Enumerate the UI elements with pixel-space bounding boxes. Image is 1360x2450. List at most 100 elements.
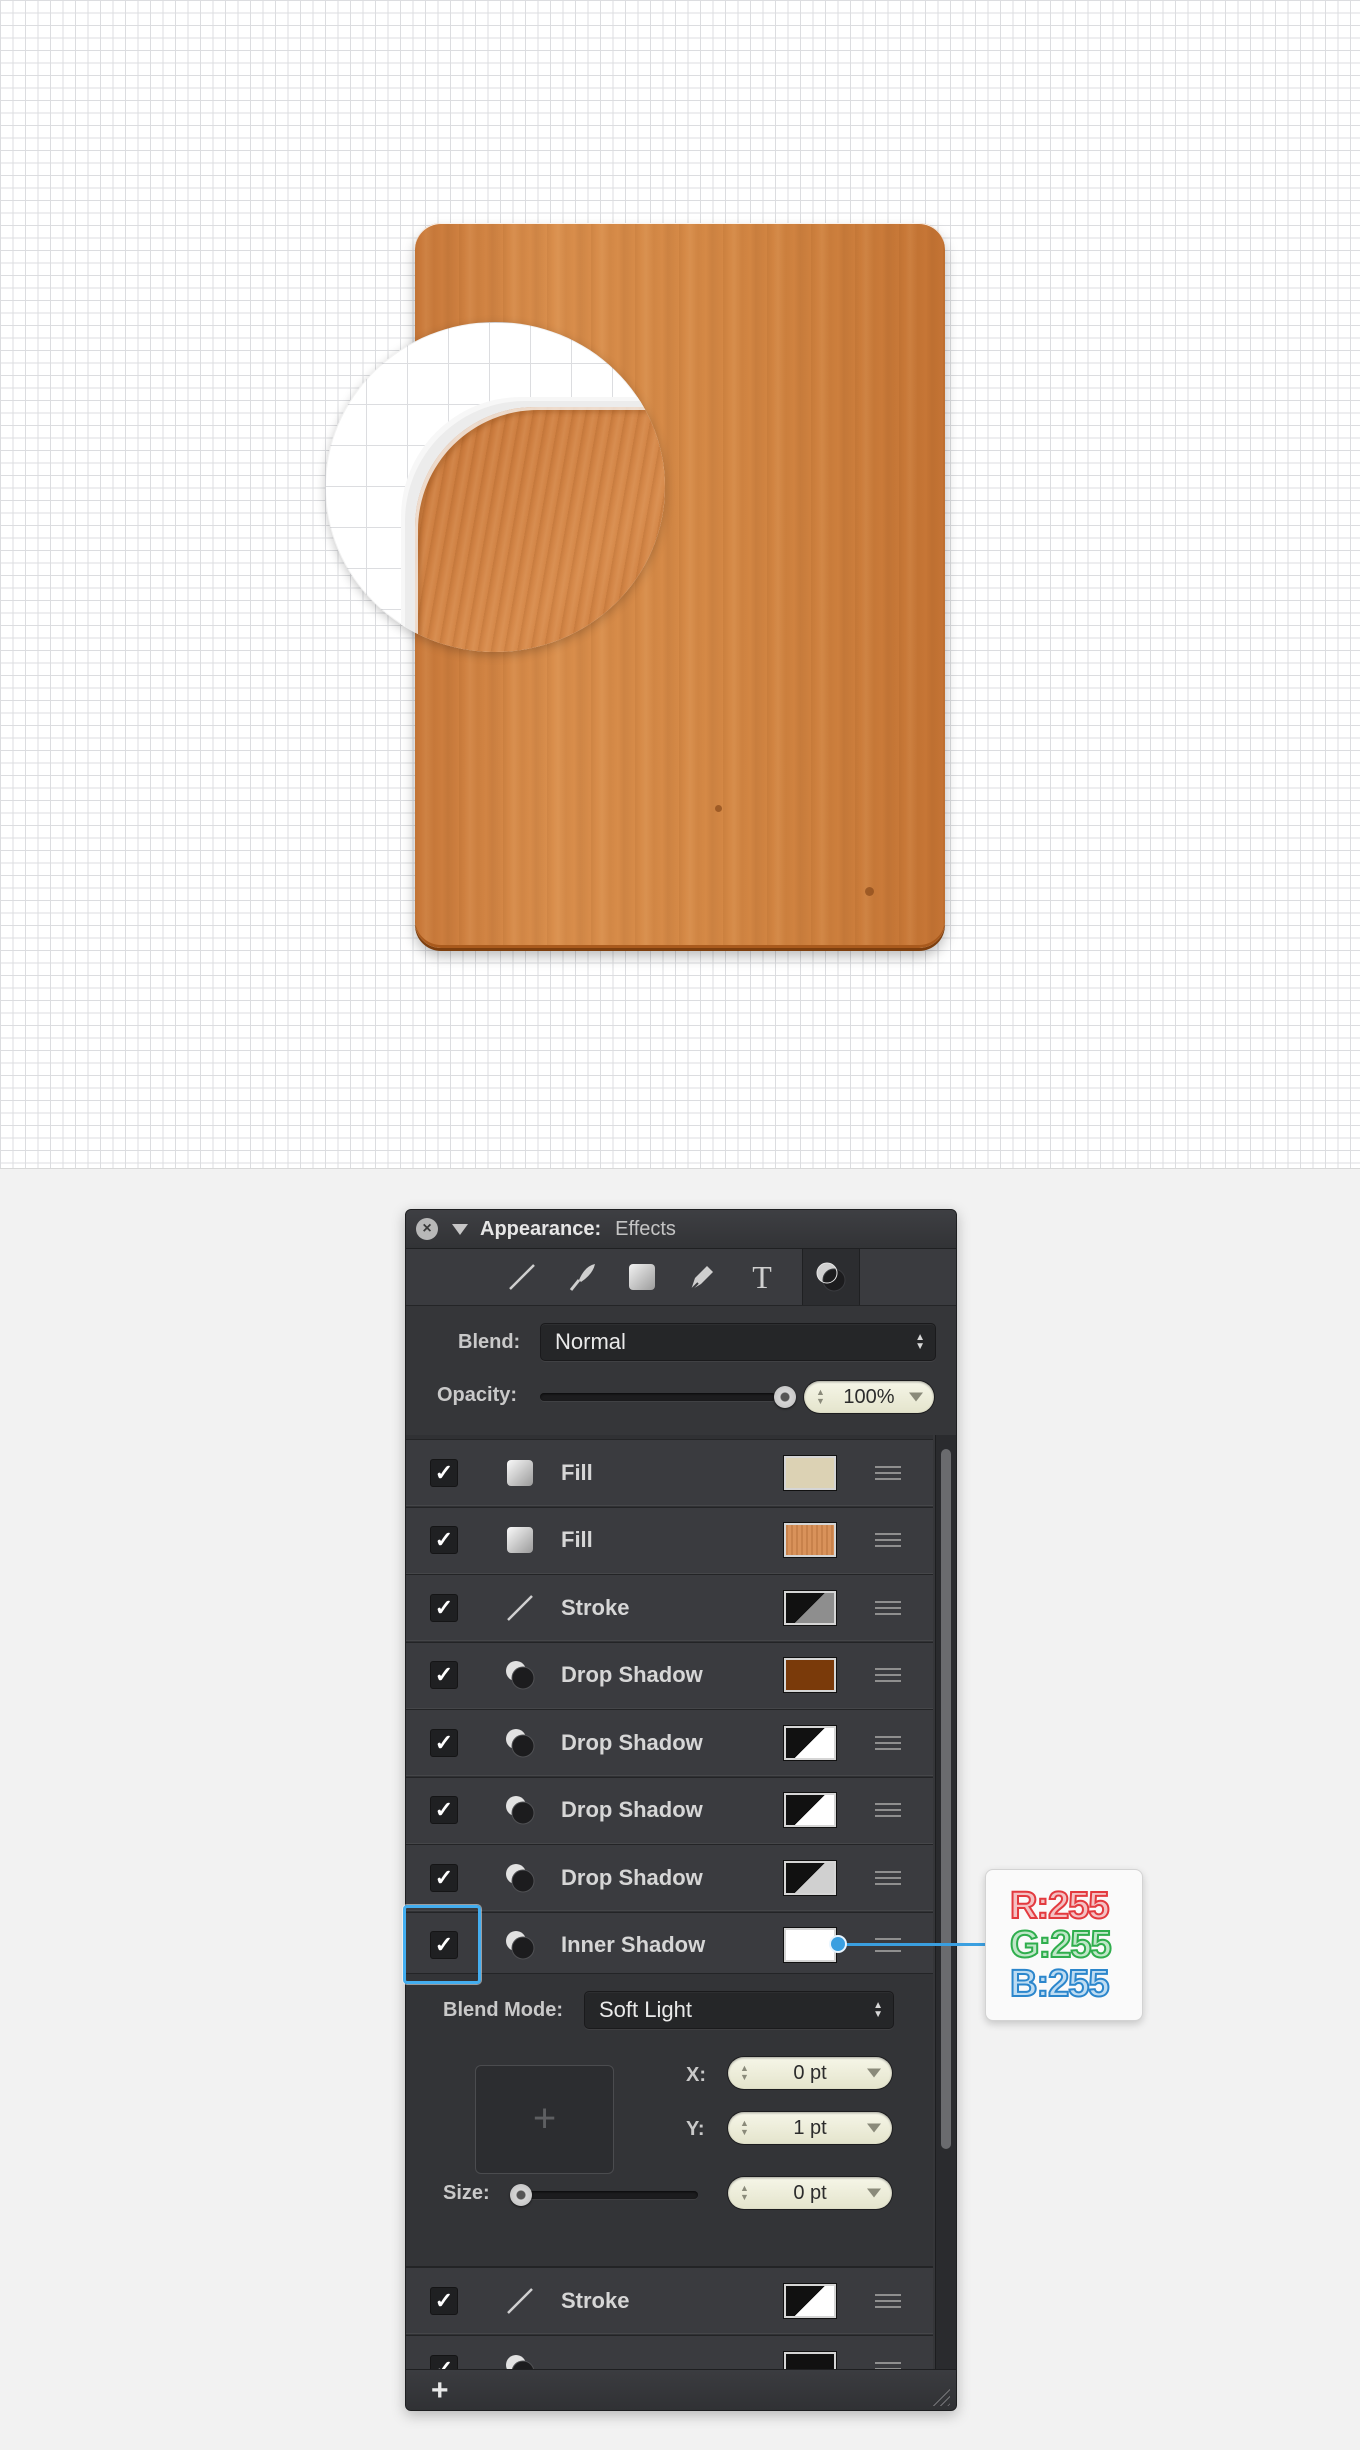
fill-icon <box>502 1522 538 1558</box>
stepper-arrows-icon: ▲ ▼ <box>740 2118 749 2137</box>
appearance-panel: × Appearance: Effects T Blend: Normal ▲ ▼… <box>405 1209 957 2411</box>
x-value: 0 pt <box>793 2061 827 2084</box>
blend-mode-value: Soft Light <box>599 1997 692 2022</box>
effect-color-swatch[interactable] <box>784 1658 836 1692</box>
blend-value: Normal <box>555 1329 626 1354</box>
wood-knot <box>865 887 874 896</box>
chevron-down-icon[interactable] <box>867 2068 881 2078</box>
effect-label: Fill <box>561 1527 593 1552</box>
effect-color-swatch[interactable] <box>784 2283 836 2318</box>
stepper-arrows-icon: ▲ ▼ <box>740 2183 749 2202</box>
chevron-down-icon[interactable] <box>909 1392 923 1402</box>
text-tool-icon[interactable]: T <box>742 1257 782 1297</box>
effect-row[interactable]: ✓ Fill <box>406 1506 933 1574</box>
effect-row[interactable]: ✓ Drop Shadow <box>406 1844 933 1911</box>
blend-mode-label: Blend Mode: <box>443 1999 563 2021</box>
effect-color-swatch[interactable] <box>784 1523 836 1557</box>
stepper-arrows-icon: ▲ ▼ <box>816 1387 825 1406</box>
shadow-icon <box>502 1792 538 1828</box>
fill-tool-icon[interactable] <box>622 1257 662 1297</box>
scroll-thumb[interactable] <box>941 1449 951 2149</box>
effect-color-swatch[interactable] <box>784 1590 836 1625</box>
size-stepper[interactable]: ▲ ▼ 0 pt <box>728 2177 892 2209</box>
size-slider-knob[interactable] <box>510 2184 532 2206</box>
stroke-icon <box>502 2283 538 2319</box>
chevron-down-icon[interactable] <box>867 2188 881 2198</box>
drag-handle-icon[interactable] <box>875 1870 901 1885</box>
effect-checkbox[interactable]: ✓ <box>430 1661 458 1689</box>
drag-handle-icon[interactable] <box>875 1465 901 1480</box>
collapse-triangle-icon[interactable] <box>452 1223 468 1235</box>
effect-checkbox[interactable]: ✓ <box>430 1863 458 1892</box>
effect-checkbox[interactable]: ✓ <box>430 1796 458 1824</box>
effect-row[interactable]: ✓ Drop Shadow <box>406 1641 933 1709</box>
effects-tool-icon[interactable] <box>802 1249 860 1305</box>
effect-color-swatch[interactable] <box>784 1928 836 1962</box>
size-value: 0 pt <box>793 2181 827 2204</box>
rgb-green-value: G:255 <box>1009 1923 1113 1966</box>
effect-label: Stroke <box>561 1594 630 1620</box>
effect-row[interactable]: ✓ Stroke <box>406 1574 933 1641</box>
effect-label: Drop Shadow <box>561 1864 703 1890</box>
drag-handle-icon[interactable] <box>875 2293 901 2308</box>
appearance-tool-row: T <box>406 1249 956 1306</box>
effect-color-swatch[interactable] <box>784 1725 836 1760</box>
opacity-slider-knob[interactable] <box>774 1386 796 1408</box>
y-stepper[interactable]: ▲ ▼ 1 pt <box>728 2112 892 2144</box>
x-label: X: <box>686 2064 706 2086</box>
shadow-icon <box>502 1927 538 1963</box>
effect-label: Inner Shadow <box>561 1932 706 1957</box>
effect-row[interactable]: ✓ Fill <box>406 1439 933 1506</box>
effect-checkbox[interactable]: ✓ <box>430 1728 458 1757</box>
effect-checkbox[interactable]: ✓ <box>430 2286 458 2315</box>
effect-checkbox[interactable]: ✓ <box>430 1526 458 1554</box>
inner-shadow-detail: Blend Mode: Soft Light ▲ ▼ + X: ▲ ▼ 0 pt Y… <box>406 1973 933 2267</box>
opacity-label: Opacity: <box>437 1384 518 1406</box>
pen-tool-icon[interactable] <box>682 1257 722 1297</box>
effects-list: ✓ Fill ✓ Fill ✓ Stroke ✓ Drop Shadow ✓ Drop Shado… <box>406 1435 933 2389</box>
y-value: 1 pt <box>793 2116 827 2139</box>
panel-subtitle: Effects <box>615 1217 676 1240</box>
blend-mode-dropdown[interactable]: Soft Light ▲ ▼ <box>584 1991 894 2029</box>
fill-icon <box>502 1455 538 1491</box>
effects-scrollbar[interactable] <box>935 1435 956 2389</box>
add-effect-button[interactable]: + <box>431 2374 449 2408</box>
drag-handle-icon[interactable] <box>875 1735 901 1750</box>
effect-row[interactable]: ✓ Drop Shadow <box>406 1776 933 1844</box>
stepper-arrows-icon: ▲ ▼ <box>740 2063 749 2082</box>
callout-line <box>838 1943 986 1946</box>
x-stepper[interactable]: ▲ ▼ 0 pt <box>728 2057 892 2089</box>
drag-handle-icon[interactable] <box>875 1533 901 1547</box>
size-slider-track[interactable] <box>512 2191 698 2199</box>
blend-label: Blend: <box>458 1331 521 1353</box>
effect-row[interactable]: ✓ Drop Shadow <box>406 1709 933 1776</box>
close-icon[interactable]: × <box>416 1218 438 1240</box>
effect-checkbox[interactable]: ✓ <box>430 1593 458 1622</box>
size-label: Size: <box>443 2182 490 2204</box>
effect-checkbox[interactable]: ✓ <box>430 1458 458 1487</box>
panel-title: Appearance: <box>480 1217 602 1240</box>
effect-color-swatch[interactable] <box>784 1793 836 1827</box>
chevron-down-icon[interactable] <box>867 2123 881 2133</box>
blend-dropdown[interactable]: Normal ▲ ▼ <box>540 1323 936 1361</box>
zoom-magnifier-circle <box>325 322 665 652</box>
shadow-icon <box>502 1725 538 1761</box>
opacity-stepper[interactable]: ▲ ▼ 100% <box>804 1381 934 1413</box>
drag-handle-icon[interactable] <box>875 1600 901 1615</box>
effect-row[interactable]: ✓ Stroke <box>406 2267 933 2334</box>
effect-label: Drop Shadow <box>561 1729 703 1755</box>
resize-grip-icon[interactable] <box>928 2384 950 2406</box>
wood-knot <box>715 805 722 812</box>
rgb-red-value: R:255 <box>1009 1884 1111 1927</box>
stroke-tool-icon[interactable] <box>502 1257 542 1297</box>
opacity-slider-track[interactable] <box>540 1393 776 1401</box>
brush-tool-icon[interactable] <box>562 1257 602 1297</box>
effect-color-swatch[interactable] <box>784 1860 836 1895</box>
drag-handle-icon[interactable] <box>875 1668 901 1682</box>
panel-bottom-bar: + <box>406 2369 956 2410</box>
zoomed-board-corner <box>415 407 665 652</box>
drag-handle-icon[interactable] <box>875 1803 901 1817</box>
shadow-icon <box>502 1860 538 1896</box>
shadow-offset-preview[interactable]: + <box>475 2065 614 2174</box>
effect-color-swatch[interactable] <box>784 1455 836 1490</box>
